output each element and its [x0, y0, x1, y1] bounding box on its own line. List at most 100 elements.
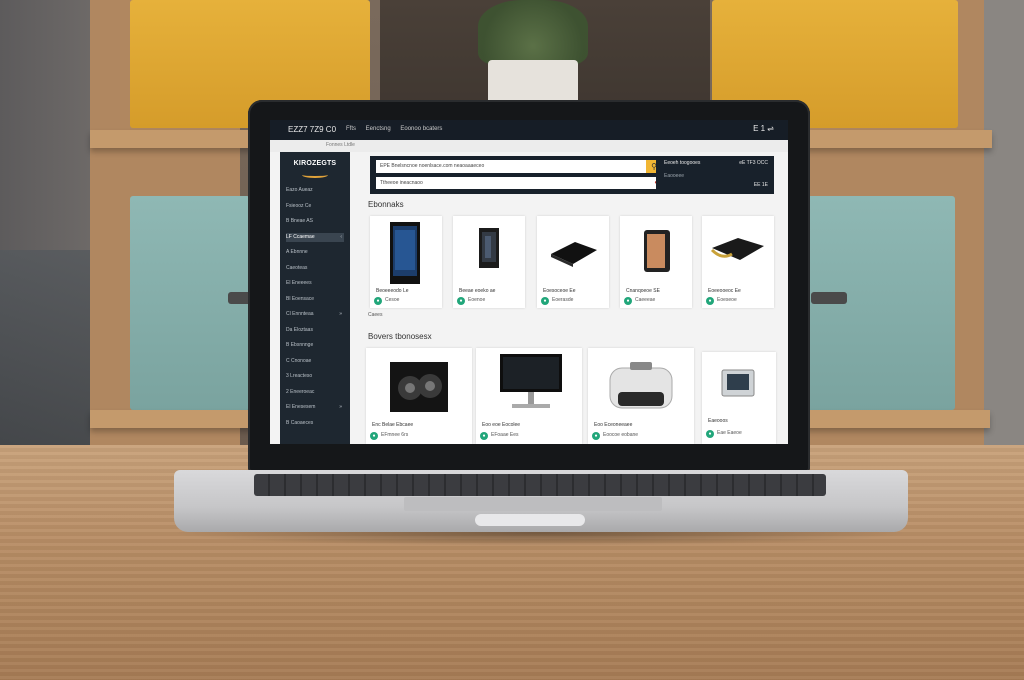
- product-name[interactable]: Eoo eoe Eocolee: [482, 422, 520, 428]
- product-card[interactable]: Eaeooos ● Eae Eaeoe: [702, 352, 776, 444]
- sidebar-item-label: Da Eloztaas: [286, 326, 313, 333]
- cart-count[interactable]: EE 1E: [754, 182, 768, 188]
- rating-badge-icon: ●: [706, 430, 714, 438]
- more-link[interactable]: Caees: [368, 312, 382, 318]
- product-price: Caeeeae: [635, 297, 656, 303]
- rating-badge-icon: ●: [624, 297, 632, 305]
- accessory-image: [710, 238, 764, 260]
- nav-link[interactable]: Eenctsng: [366, 126, 391, 132]
- laptop-lip: [475, 514, 585, 526]
- sidebar-item[interactable]: Cl Ennnteaa »: [286, 310, 344, 319]
- rating-badge-icon: ●: [706, 297, 714, 305]
- laptop-screen: EZZ7 7Z9 C0 Ffts Eenctsng Eoonoo bcaters…: [270, 120, 788, 444]
- right-wall: [984, 0, 1024, 450]
- sidebar-item[interactable]: Fsieooz Ce: [286, 202, 344, 211]
- sidebar-item[interactable]: Da Eloztaas: [286, 326, 344, 335]
- product-price: Eae Eaeoe: [717, 430, 742, 436]
- laptop-keyboard: [254, 474, 826, 496]
- product-name[interactable]: Enc Belae Ebcaee: [372, 422, 413, 428]
- breadcrumb-text[interactable]: Fonnes Ltdle: [326, 142, 355, 148]
- sidebar-item-label: Eazo Aueaz: [286, 187, 313, 193]
- product-price: Eoenoe: [468, 297, 486, 303]
- external-drive-image: [551, 242, 597, 267]
- speaker-system-image: [390, 362, 448, 412]
- product-card[interactable]: Eoo eoe Eocolee ● EFoaae Ees: [476, 348, 582, 444]
- account-label[interactable]: Eeoeh toogooes: [664, 160, 700, 166]
- sidebar-item[interactable]: LF Ccaemae ‹: [286, 232, 344, 242]
- sidebar-item[interactable]: A Ebnnne: [286, 248, 344, 257]
- tower-pc-image: [390, 222, 420, 284]
- breadcrumb: Fonnes Ltdle: [270, 140, 788, 152]
- logo-swoosh-icon: [302, 172, 328, 178]
- appliance-image: [609, 362, 673, 409]
- sidebar-item-label: Caeoteas: [286, 264, 308, 271]
- sidebar-item[interactable]: B Ebsnnnge: [286, 341, 344, 350]
- sidebar-item[interactable]: Eazo Aueaz: [286, 186, 344, 195]
- account-value: eE TF3 OCC: [739, 160, 768, 166]
- section-title-1: Ebonnaks: [368, 200, 404, 209]
- rating-badge-icon: ●: [370, 432, 378, 440]
- nav-link[interactable]: Ffts: [346, 126, 356, 132]
- sidebar-item-label: Bl Eoensace: [286, 295, 315, 302]
- store-brand[interactable]: EZZ7 7Z9 C0: [288, 125, 336, 134]
- secondary-search-text: Ttheeoe ineacnaoo: [380, 180, 423, 186]
- sidebar-item[interactable]: Caeoteas: [286, 264, 344, 273]
- sidebar-item[interactable]: C Cnonoae: [286, 357, 344, 366]
- sidebar-item[interactable]: B Bneae AS: [286, 217, 344, 226]
- sidebar-item-label: 3 Lreacteso: [286, 373, 313, 379]
- sidebar-item-label: B Ebsnnnge: [286, 342, 314, 348]
- product-price: Eoeseoe: [717, 297, 737, 303]
- product-name[interactable]: Eoesoceoe Ee: [543, 288, 576, 294]
- rating-badge-icon: ●: [374, 297, 382, 305]
- sidebar-item-label: C Cnonoae: [286, 357, 312, 364]
- product-card[interactable]: Eoo Eceoneeaee ● Eoocoe eobane: [588, 348, 694, 444]
- product-name[interactable]: Beoeeeodo Le: [376, 288, 409, 294]
- product-card[interactable]: Eoesoceoe Ee ● Eoerasde: [537, 216, 609, 308]
- teal-storage-box-right: [805, 196, 955, 410]
- product-name[interactable]: Cnanqoeoe SE: [626, 288, 660, 294]
- sidebar-item-label: B Caoaeces: [286, 419, 314, 426]
- sidebar-logo[interactable]: KIROZEGTS: [286, 160, 344, 167]
- account-panel: Eeoeh toogooes eE TF3 OCC Eaooeee EE 1E: [656, 156, 774, 194]
- product-name[interactable]: Eoo Eceoneeaee: [594, 422, 632, 428]
- product-name[interactable]: Eoeeooeoc Ee: [708, 288, 741, 294]
- shelf-board-bottom-right: [800, 410, 990, 428]
- secondary-search-input[interactable]: Ttheeoe ineacnaoo ●: [376, 177, 662, 189]
- sidebar-item-label: El Enesesem: [286, 404, 316, 410]
- black-case-image: [479, 228, 499, 268]
- sidebar-item[interactable]: Bl Eoensace: [286, 295, 344, 304]
- sidebar-item-label: Fsieooz Ce: [286, 202, 312, 209]
- product-card[interactable]: Beoeeeodo Le ● Cesoe: [370, 216, 442, 308]
- product-card[interactable]: Enc Belae Ebcaee ● EFmnee 6rs: [366, 348, 472, 444]
- product-card[interactable]: Beeae eoeko ae ● Eoenoe: [453, 216, 525, 308]
- sidebar-item-label: 2 Eneeroeac: [286, 388, 315, 395]
- rating-badge-icon: ●: [480, 432, 488, 440]
- chevron-icon: »: [339, 404, 342, 410]
- sidebar-item[interactable]: El Eneeees: [286, 279, 344, 288]
- product-card[interactable]: Eoeeooeoc Ee ● Eoeseoe: [702, 216, 774, 308]
- chevron-icon: ‹: [340, 233, 342, 240]
- search-input[interactable]: EPE Bnelsncnoe noenlsace.com neaoaaaeceo: [376, 160, 646, 173]
- account-sub: Eaooeee: [664, 173, 685, 179]
- product-name[interactable]: Eaeooos: [708, 418, 728, 424]
- nav-link[interactable]: Eoonoo bcaters: [400, 126, 442, 132]
- product-price: EFmnee 6rs: [381, 432, 409, 438]
- search-panel: EPE Bnelsncnoe noenlsace.com neaoaaaeceo…: [370, 156, 668, 194]
- sidebar-item[interactable]: El Enesesem »: [286, 403, 344, 412]
- sidebar-item[interactable]: 3 Lreacteso: [286, 372, 344, 381]
- sidebar-item-label: A Ebnnne: [286, 249, 308, 255]
- product-card[interactable]: Cnanqoeoe SE ● Caeeeae: [620, 216, 692, 308]
- product-price: Cesoe: [385, 297, 400, 303]
- sidebar-item-label: LF Ccaemae: [286, 233, 315, 240]
- sidebar-item[interactable]: B Caoaeces: [286, 419, 344, 428]
- product-name[interactable]: Beeae eoeko ae: [459, 288, 495, 294]
- tablet-image: [644, 230, 670, 272]
- sidebar-item[interactable]: 2 Eneeroeac: [286, 388, 344, 397]
- sidebar-item-label: Cl Ennnteaa: [286, 311, 314, 317]
- blurred-chair: [0, 250, 95, 450]
- cart-icon[interactable]: E 1 ⇌: [753, 124, 774, 133]
- plant-leaves: [478, 0, 588, 66]
- monitor-image: [500, 354, 562, 408]
- sidebar-item-label: B Bneae AS: [286, 218, 313, 224]
- small-device-image: [721, 369, 755, 397]
